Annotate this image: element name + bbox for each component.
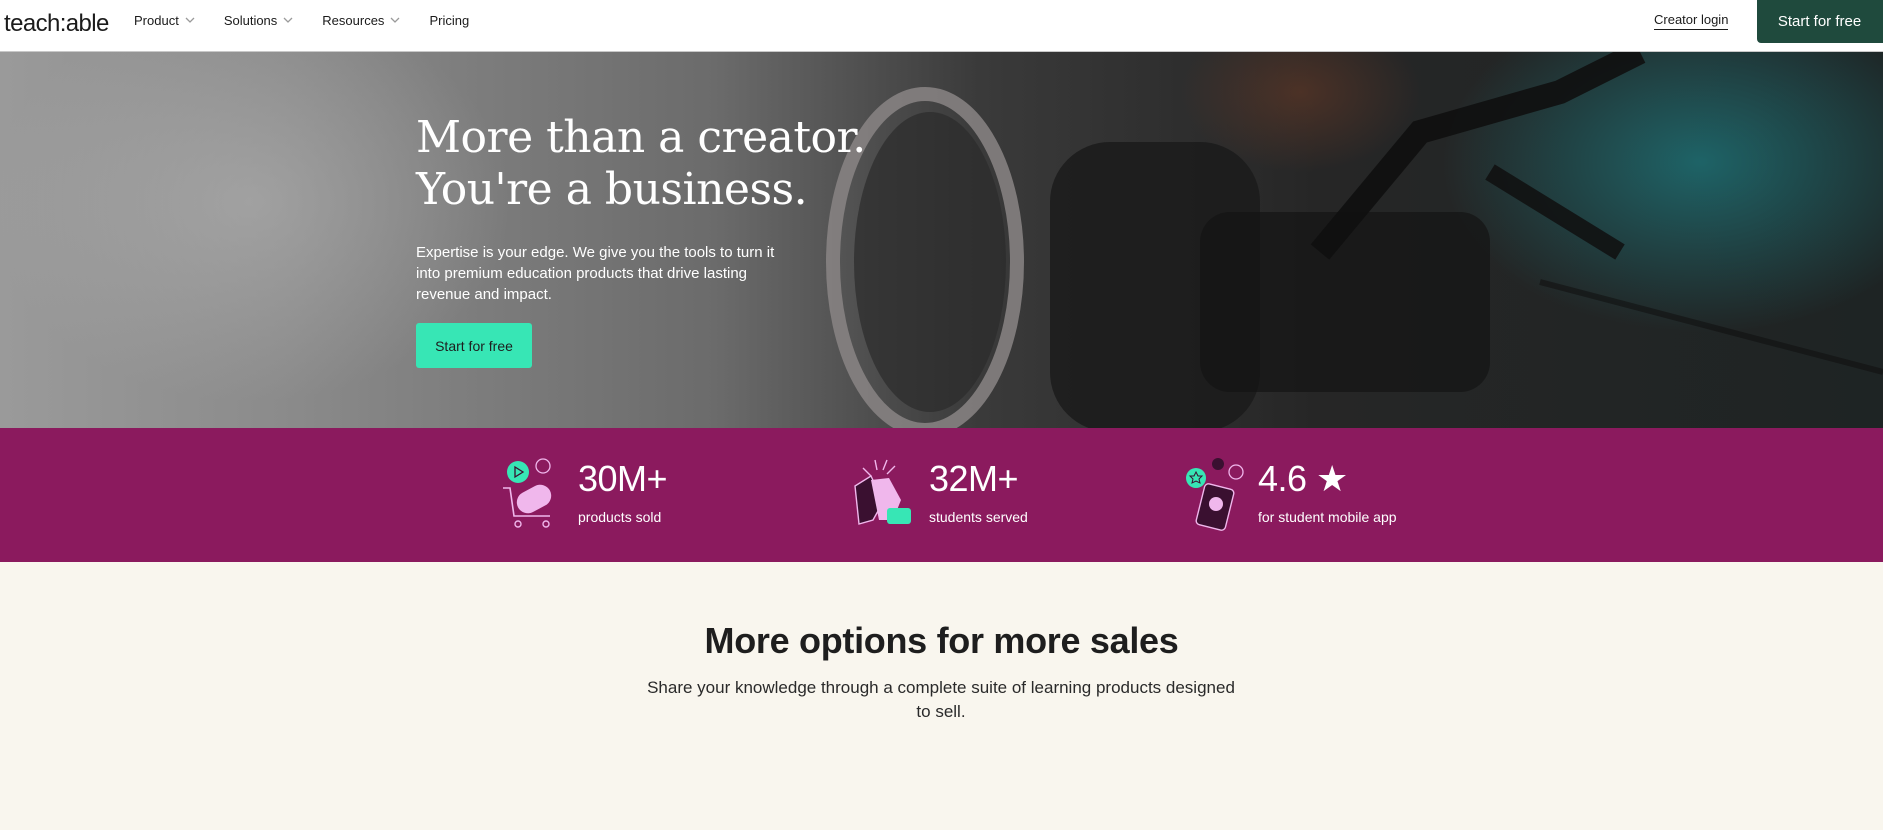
chevron-down-icon	[390, 17, 400, 23]
stat-value: 32M+	[929, 458, 1019, 499]
stat-value: 30M+	[578, 458, 668, 499]
stat-value: 4.6 ★	[1258, 458, 1348, 499]
hero-section: More than a creator. You're a business. …	[0, 52, 1883, 428]
stat-label: products sold	[578, 509, 662, 525]
site-header: teach:able Product Solutions Resources P…	[0, 0, 1883, 52]
options-subtitle: Share your knowledge through a complete …	[647, 678, 1235, 721]
high-five-icon	[854, 459, 911, 525]
mobile-rating-icon	[1186, 458, 1244, 531]
nav-item-pricing[interactable]: Pricing	[429, 13, 469, 28]
stat-label: for student mobile app	[1258, 509, 1397, 525]
creator-login-link[interactable]: Creator login	[1654, 12, 1729, 30]
logo[interactable]: teach:able	[4, 10, 109, 38]
hero-subtitle: Expertise is your edge. We give you the …	[416, 244, 775, 303]
header-start-free-button[interactable]: Start for free	[1757, 0, 1883, 43]
nav-item-resources[interactable]: Resources	[322, 13, 401, 28]
hero-title: More than a creator. You're a business.	[416, 112, 866, 216]
nav-item-label: Product	[134, 12, 179, 28]
main-nav: Product Solutions Resources Pricing	[134, 0, 497, 40]
chevron-down-icon	[185, 17, 195, 23]
stat-label: students served	[929, 509, 1028, 525]
hero-start-free-button[interactable]: Start for free	[416, 323, 532, 368]
nav-item-product[interactable]: Product	[134, 13, 196, 28]
nav-item-label: Solutions	[223, 12, 278, 28]
stats-band: 30M+ products sold 32M+ students served …	[0, 428, 1883, 562]
hero-background-image	[0, 52, 1883, 428]
nav-item-label: Pricing	[429, 12, 470, 28]
shopping-cart-icon	[503, 458, 552, 528]
chevron-down-icon	[283, 17, 293, 23]
hero-title-line1: More than a creator.	[416, 112, 866, 163]
hero-title-line2: You're a business.	[416, 164, 808, 215]
nav-item-solutions[interactable]: Solutions	[224, 13, 294, 28]
options-title: More options for more sales	[704, 620, 1179, 661]
nav-item-label: Resources	[322, 12, 385, 28]
